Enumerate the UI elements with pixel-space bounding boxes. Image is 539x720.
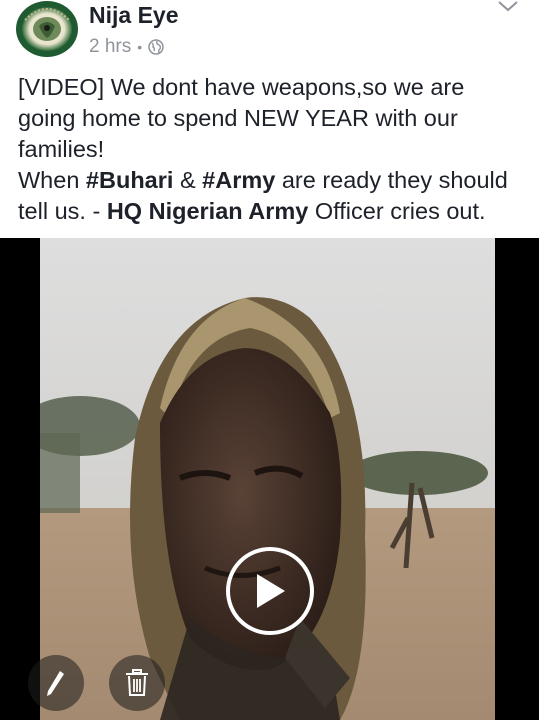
nija-eye-logo-icon <box>16 1 78 57</box>
meta-separator: • <box>137 39 143 55</box>
pencil-icon <box>47 671 64 696</box>
page-mention[interactable]: HQ Nigerian Army <box>107 198 309 224</box>
hashtag-buhari[interactable]: #Buhari <box>86 167 174 193</box>
post-text-segment: Officer cries out. <box>308 198 486 224</box>
play-icon <box>257 574 285 608</box>
post-text-segment: & <box>173 167 203 193</box>
delete-button[interactable] <box>109 655 165 711</box>
post-header: Nija Eye 2 hrs • <box>0 0 539 68</box>
hashtag-army[interactable]: #Army <box>202 167 275 193</box>
trash-icon <box>126 669 148 696</box>
post-meta: 2 hrs • <box>89 36 164 58</box>
video-thumbnail <box>40 238 495 720</box>
post-text-segment: When <box>18 167 86 193</box>
chevron-down-icon[interactable] <box>497 0 519 12</box>
video-player[interactable] <box>0 238 539 720</box>
edit-button[interactable] <box>28 655 84 711</box>
play-button[interactable] <box>226 547 314 635</box>
post-message-line1: [VIDEO] We dont have weapons,so we are g… <box>18 74 465 162</box>
post-message: [VIDEO] We dont have weapons,so we are g… <box>18 72 528 227</box>
post-card: Nija Eye 2 hrs • [VIDEO] We dont have we… <box>0 0 539 720</box>
post-timestamp[interactable]: 2 hrs <box>89 36 131 58</box>
globe-icon <box>148 39 164 55</box>
author-name[interactable]: Nija Eye <box>89 2 179 29</box>
post-message-line2: When #Buhari & #Army are ready they shou… <box>18 165 528 227</box>
avatar[interactable] <box>15 0 79 58</box>
